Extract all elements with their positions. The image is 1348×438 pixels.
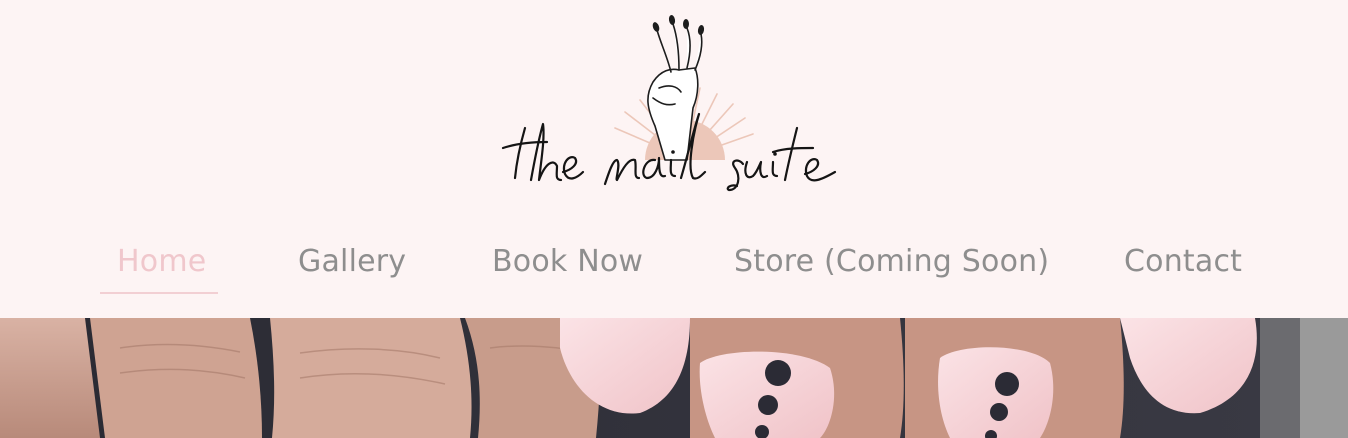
hero-image <box>0 318 1348 438</box>
nav-contact[interactable]: Contact <box>1124 236 1242 288</box>
site-header: Home Gallery Book Now Store (Coming Soon… <box>0 0 1348 318</box>
nav-gallery[interactable]: Gallery <box>298 236 406 288</box>
main-nav: Home Gallery Book Now Store (Coming Soon… <box>0 236 1348 296</box>
nails-photo <box>0 318 1348 438</box>
hand-with-sun-icon <box>501 15 837 192</box>
nav-book-now[interactable]: Book Now <box>492 236 643 288</box>
active-nav-underline <box>100 292 218 294</box>
logo[interactable] <box>495 8 855 198</box>
nav-store[interactable]: Store (Coming Soon) <box>734 236 1049 288</box>
nav-home[interactable]: Home <box>117 236 206 288</box>
